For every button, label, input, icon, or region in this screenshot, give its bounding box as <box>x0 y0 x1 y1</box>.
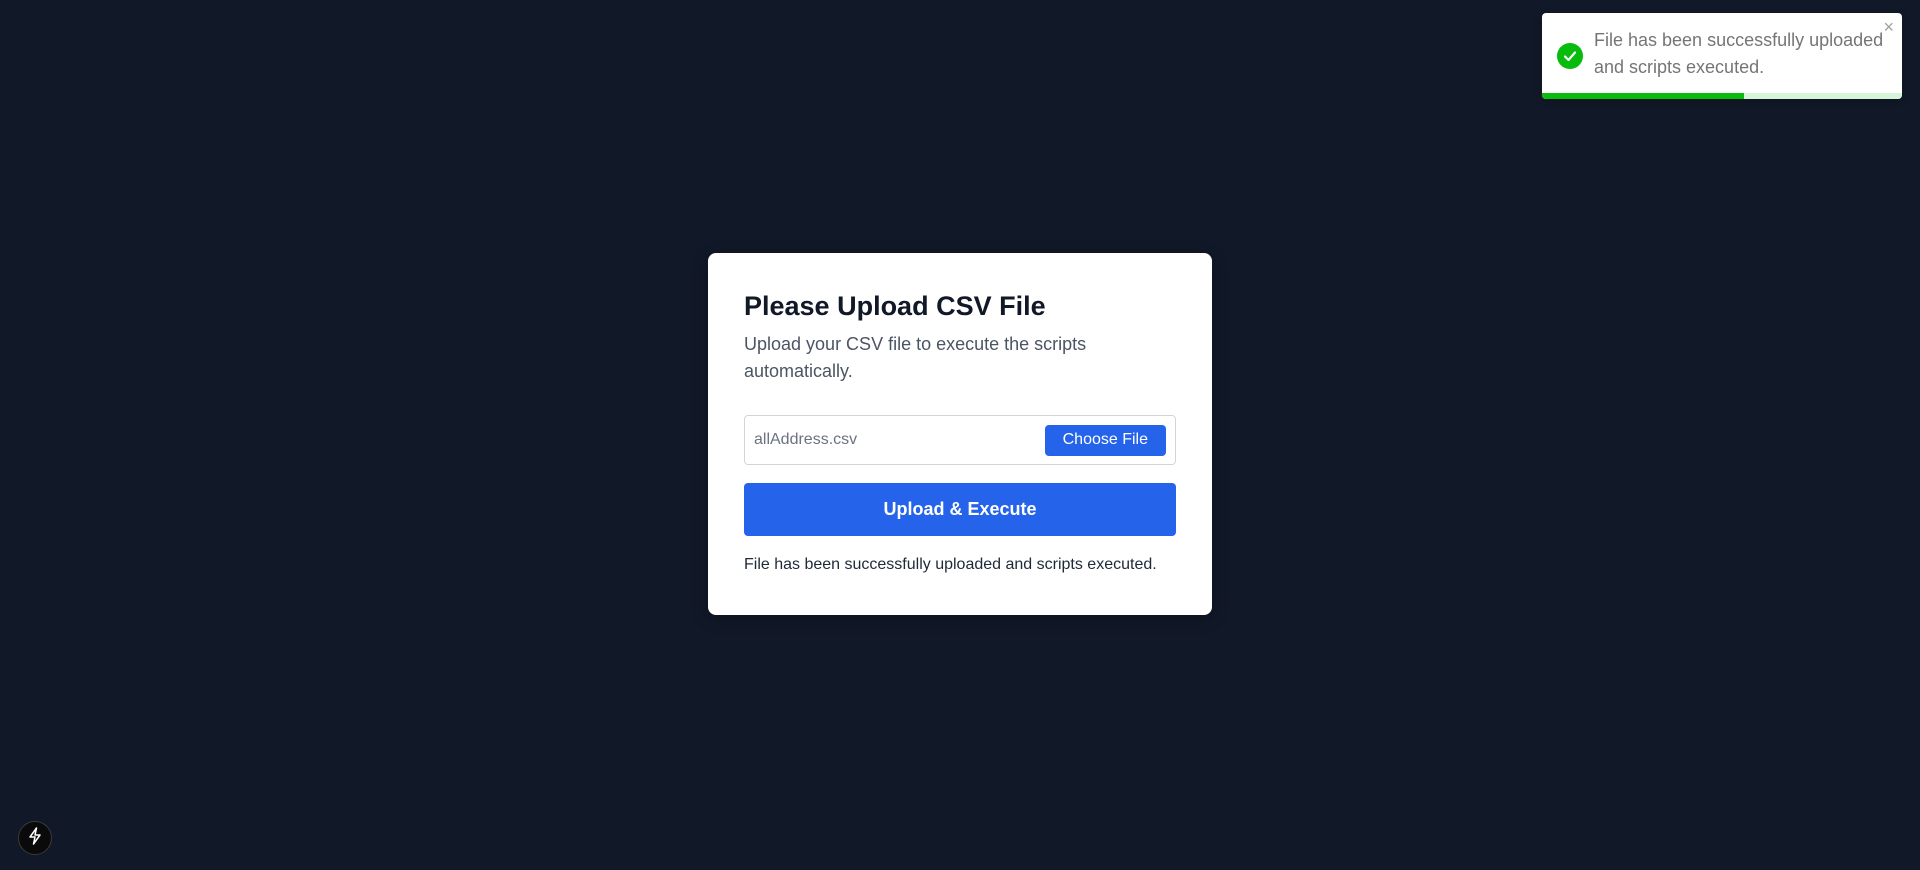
upload-card: Please Upload CSV File Upload your CSV f… <box>708 253 1212 615</box>
page: File has been successfully uploaded and … <box>0 0 1920 870</box>
choose-file-button[interactable]: Choose File <box>1044 424 1166 456</box>
card-title: Please Upload CSV File <box>744 291 1046 321</box>
selected-file-name: allAddress.csv <box>754 431 858 448</box>
toast-progress-fill <box>1542 93 1744 99</box>
success-toast[interactable]: File has been successfully uploaded and … <box>1542 13 1902 99</box>
toast-message: File has been successfully uploaded and … <box>1594 30 1884 77</box>
toast-progress-bar <box>1542 93 1902 99</box>
close-icon[interactable]: × <box>1883 17 1894 37</box>
check-circle-icon <box>1557 43 1583 69</box>
file-input[interactable]: allAddress.csv Choose File <box>744 415 1176 465</box>
status-message: File has been successfully uploaded and … <box>744 556 1157 573</box>
upload-execute-button[interactable]: Upload & Execute <box>744 483 1176 536</box>
card-subtitle: Upload your CSV file to execute the scri… <box>744 334 1087 381</box>
dev-tools-button[interactable] <box>18 821 52 855</box>
lightning-bolt-icon <box>27 826 43 850</box>
